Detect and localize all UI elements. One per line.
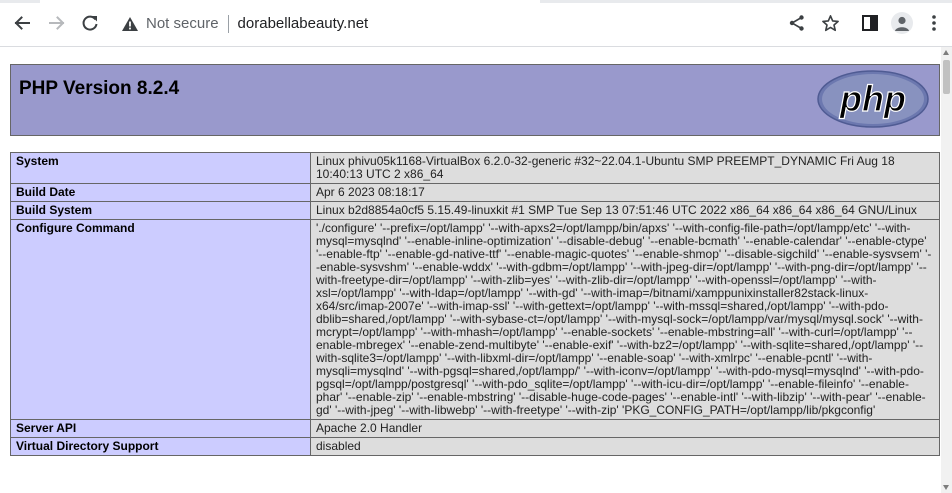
- forward-button[interactable]: [44, 10, 70, 36]
- bookmark-button[interactable]: [818, 11, 842, 35]
- table-row: Build Date Apr 6 2023 08:18:17: [10, 183, 940, 202]
- back-button[interactable]: [9, 10, 35, 36]
- reload-button[interactable]: [77, 10, 103, 36]
- row-value-virtual-directory-support: disabled: [310, 437, 940, 456]
- row-label-system: System: [10, 152, 311, 184]
- row-label-virtual-directory-support: Virtual Directory Support: [10, 437, 311, 456]
- scroll-down-arrow-icon[interactable]: [943, 485, 949, 490]
- warning-triangle-icon[interactable]: [121, 15, 139, 33]
- profile-button[interactable]: [890, 11, 914, 35]
- vertical-scrollbar[interactable]: [941, 47, 952, 493]
- row-value-build-system: Linux b2d8854a0cf5 5.15.49-linuxkit #1 S…: [310, 201, 940, 220]
- address-bar[interactable]: Not secure dorabellabeauty.net: [112, 5, 772, 42]
- table-row: Build System Linux b2d8854a0cf5 5.15.49-…: [10, 201, 940, 220]
- page-viewport[interactable]: PHP Version 8.2.4 php System Linux phivu…: [0, 47, 941, 493]
- row-value-configure-command: './configure' '--prefix=/opt/lampp' '--w…: [310, 219, 940, 420]
- star-icon: [821, 14, 839, 31]
- php-logo[interactable]: php: [817, 70, 929, 128]
- row-value-server-api: Apache 2.0 Handler: [310, 419, 940, 438]
- php-version-header: PHP Version 8.2.4 php: [10, 64, 940, 136]
- arrow-right-icon: [49, 16, 65, 30]
- share-button[interactable]: [785, 11, 809, 35]
- side-panel-icon: [862, 15, 878, 31]
- url-text[interactable]: dorabellabeauty.net: [238, 15, 369, 32]
- kebab-menu-icon: [932, 15, 936, 31]
- reload-icon: [82, 15, 98, 31]
- row-label-build-date: Build Date: [10, 183, 311, 202]
- avatar: [891, 12, 913, 34]
- omnibox-divider: [227, 14, 229, 33]
- tab-strip-edge: [0, 0, 952, 3]
- table-row: Server API Apache 2.0 Handler: [10, 419, 940, 438]
- table-row: Configure Command './configure' '--prefi…: [10, 219, 940, 420]
- table-row: System Linux phivu05k1168-VirtualBox 6.2…: [10, 152, 940, 184]
- arrow-left-icon: [14, 16, 30, 30]
- row-label-configure-command: Configure Command: [10, 219, 311, 420]
- avatar-icon: [895, 16, 909, 31]
- side-panel-button[interactable]: [858, 11, 882, 35]
- scrollbar-thumb[interactable]: [943, 60, 950, 94]
- active-tab-edge[interactable]: [40, 0, 540, 3]
- browser-menu-button[interactable]: [922, 11, 946, 35]
- row-value-build-date: Apr 6 2023 08:18:17: [310, 183, 940, 202]
- table-row: Virtual Directory Support disabled: [10, 437, 940, 456]
- browser-toolbar: Not secure dorabellabeauty.net: [0, 0, 952, 47]
- security-status-label[interactable]: Not secure: [146, 15, 219, 32]
- row-value-system: Linux phivu05k1168-VirtualBox 6.2.0-32-g…: [310, 152, 940, 184]
- php-info-table: System Linux phivu05k1168-VirtualBox 6.2…: [10, 152, 940, 456]
- scroll-up-arrow-icon[interactable]: [943, 50, 949, 55]
- row-label-server-api: Server API: [10, 419, 311, 438]
- row-label-build-system: Build System: [10, 201, 311, 220]
- share-icon: [789, 15, 804, 31]
- page-title: PHP Version 8.2.4: [19, 78, 180, 99]
- php-logo-text: php: [839, 78, 906, 119]
